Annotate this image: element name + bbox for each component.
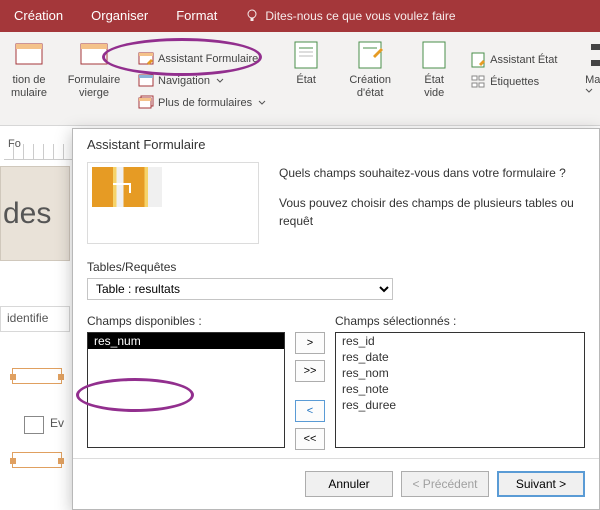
intro-line: Vous pouvez choisir des champs de plusie… [279,194,585,230]
form-wizard-dialog: Assistant Formulaire Quels champs souhai… [72,128,600,510]
label-part: Formulaire [68,74,121,86]
report-icon [289,38,323,72]
tab-organiser[interactable]: Organiser [77,0,162,32]
more-forms-label: Plus de formulaires [158,97,252,109]
tables-queries-select[interactable]: Table : resultats [87,278,393,300]
ribbon: tion demulaire Formulairevierge Assistan… [0,32,600,126]
macro-icon [583,38,600,72]
label-part: Création [349,74,391,86]
move-remove-all-button[interactable]: << [295,428,325,450]
chevron-down-icon [216,77,224,85]
available-fields-list[interactable]: res_num [87,332,285,448]
next-button[interactable]: Suivant > [497,471,585,497]
macro-label: Macro [585,74,600,86]
intro-line: Quels champs souhaitez-vous dans votre f… [279,164,585,182]
tell-me-box[interactable]: Dites-nous ce que vous voulez faire [231,0,469,32]
creation-mulaire-button[interactable]: tion demulaire [8,36,50,100]
tables-queries-label: Tables/Requêtes [87,260,585,274]
label-part: d'état [357,87,384,99]
etat-button[interactable]: État [286,36,326,87]
move-remove-button[interactable]: < [295,400,325,422]
form-wizard-icon [138,51,154,67]
navigation-icon [138,73,154,89]
form-tab-fragment: Fo [8,138,21,150]
cancel-button[interactable]: Annuler [305,471,393,497]
blank-report-icon [417,38,451,72]
selected-fields-list[interactable]: res_idres_dateres_nomres_noteres_duree [335,332,585,448]
lightbulb-icon [245,9,259,23]
etiquettes-label: Étiquettes [490,76,539,88]
wizard-preview [87,162,259,244]
macro-button[interactable]: Macro [577,36,600,95]
chevron-down-icon [585,87,593,95]
ribbon-tabs: Création Organiser Format Dites-nous ce … [0,0,600,32]
label-part: mulaire [11,87,47,99]
move-add-button[interactable]: > [295,332,325,354]
creation-etat-button[interactable]: Créationd'état [342,36,398,100]
blank-form-icon [77,38,111,72]
assistant-etat-button[interactable]: Assistant État [466,50,561,70]
list-item[interactable]: res_duree [336,397,584,413]
list-item[interactable]: res_num [88,333,284,349]
wizard-preview-image [92,167,162,207]
field-label-fragment: identifie [0,306,70,332]
etat-vide-button[interactable]: Étatvide [414,36,454,100]
list-item[interactable]: res_id [336,333,584,349]
navigation-label: Navigation [158,75,210,87]
chevron-down-icon [258,99,266,107]
label-part: vierge [79,87,109,99]
list-item[interactable]: res_date [336,349,584,365]
formulaire-vierge-button[interactable]: Formulairevierge [66,36,122,100]
assistant-formulaire-label: Assistant Formulaire [158,53,258,65]
list-item[interactable]: res_nom [336,365,584,381]
report-wizard-icon [470,52,486,68]
navigation-button[interactable]: Navigation [134,71,270,91]
selected-fields-label: Champs sélectionnés : [335,314,585,328]
field-label-fragment: Ev [50,416,64,430]
plus-de-formulaires-button[interactable]: Plus de formulaires [134,93,270,113]
control-icon [24,416,44,434]
more-forms-icon [138,95,154,111]
etat-label: État [296,74,316,87]
report-design-icon [353,38,387,72]
label-part: vide [424,87,444,99]
label-part: tion de [12,74,45,86]
previous-button: < Précédent [401,471,489,497]
control-outline [12,452,62,468]
label-part: État [424,74,444,86]
available-fields-label: Champs disponibles : [87,314,285,328]
list-item[interactable]: res_note [336,381,584,397]
dialog-title: Assistant Formulaire [73,129,599,162]
assistant-formulaire-button[interactable]: Assistant Formulaire [134,49,270,69]
tab-format[interactable]: Format [162,0,231,32]
form-header-fragment: des [0,166,70,261]
form-icon [12,38,46,72]
labels-icon [470,74,486,90]
tab-creation[interactable]: Création [0,0,77,32]
tell-me-label: Dites-nous ce que vous voulez faire [265,0,455,32]
etiquettes-button[interactable]: Étiquettes [466,72,561,92]
assistant-etat-label: Assistant État [490,54,557,66]
wizard-intro: Quels champs souhaitez-vous dans votre f… [279,162,585,244]
control-outline [12,368,62,384]
move-add-all-button[interactable]: >> [295,360,325,382]
